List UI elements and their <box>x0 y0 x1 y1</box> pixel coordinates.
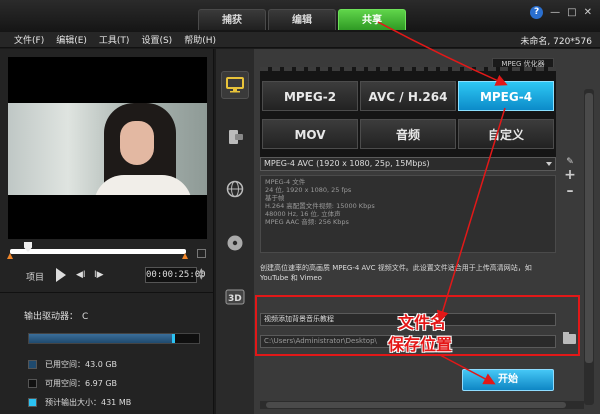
detail-line: 48000 Hz, 16 位, 立体声 <box>265 210 341 218</box>
output-size-value: 431 MB <box>101 398 132 407</box>
menu-bar: 文件(F) 编辑(E) 工具(T) 设置(S) 帮助(H) 未命名, 720*5… <box>0 32 600 48</box>
scrubber-bar[interactable] <box>7 242 188 259</box>
format-mpeg2-button[interactable]: MPEG-2 <box>262 81 358 111</box>
menu-tools[interactable]: 工具(T) <box>99 33 130 46</box>
profile-details: MPEG-4 文件 24 位, 1920 x 1080, 25 fps 基于帧 … <box>260 175 556 253</box>
web-icon[interactable] <box>221 175 249 203</box>
play-icon[interactable] <box>56 268 66 282</box>
preview-figure-shoulder <box>94 175 192 195</box>
detail-line: 24 位, 1920 x 1080, 25 fps <box>265 186 352 194</box>
menu-file[interactable]: 文件(F) <box>14 33 44 46</box>
panel-divider <box>0 292 214 293</box>
video-frame <box>8 103 207 195</box>
edit-profile-icon[interactable]: ✎ <box>562 157 578 167</box>
format-mov-button[interactable]: MOV <box>262 119 358 149</box>
playback-controls: 项目 ◀I I▶ 00:00:25:00 ▲ ▼ <box>8 265 208 287</box>
folder-icon[interactable] <box>563 332 576 344</box>
trim-start-marker[interactable] <box>7 253 13 259</box>
legend-free: 可用空间：6.97 GB <box>28 378 188 389</box>
maximize-icon[interactable]: □ <box>567 7 576 18</box>
vertical-scrollbar-thumb[interactable] <box>585 93 593 363</box>
scrubber-handle[interactable] <box>24 242 32 252</box>
format-avc-button[interactable]: AVC / H.264 <box>360 81 456 111</box>
chevron-down-icon[interactable] <box>546 162 552 166</box>
share-category-bar: 3D <box>216 49 254 414</box>
workspace-tabs: 捕获 编辑 共享 <box>198 9 408 30</box>
remove-profile-icon[interactable]: – <box>562 183 578 199</box>
add-profile-icon[interactable]: + <box>562 167 578 183</box>
preview-figure-face <box>120 121 154 165</box>
profile-description: 创建高位速率的高画质 MPEG-4 AVC 视频文件。此设置文件适合用于上传高清… <box>260 264 532 282</box>
vertical-scrollbar[interactable] <box>584 89 594 405</box>
used-space-fill <box>29 334 172 343</box>
disc-icon[interactable] <box>221 229 249 257</box>
output-drive-letter: C <box>82 312 89 322</box>
svg-text:3D: 3D <box>228 294 242 304</box>
save-path-input[interactable]: C:\Users\Administrator\Desktop\ <box>260 335 556 348</box>
3d-icon[interactable]: 3D <box>221 283 249 311</box>
format-mpeg4-button[interactable]: MPEG-4 <box>458 81 554 111</box>
top-bar: 捕获 编辑 共享 ? — □ ✕ <box>0 0 600 32</box>
free-space-swatch <box>28 379 37 388</box>
format-custom-button[interactable]: 自定义 <box>458 119 554 149</box>
horizontal-scrollbar-thumb[interactable] <box>266 402 566 408</box>
tab-capture[interactable]: 捕获 <box>198 9 266 30</box>
legend-used: 已用空间：43.0 GB <box>28 359 188 370</box>
free-space-value: 6.97 GB <box>85 379 118 388</box>
video-preview <box>8 57 207 239</box>
menu-help[interactable]: 帮助(H) <box>184 33 216 46</box>
next-frame-icon[interactable]: I▶ <box>94 270 104 280</box>
menu-settings[interactable]: 设置(S) <box>141 33 172 46</box>
output-size-swatch <box>28 398 37 407</box>
free-space-label: 可用空间： <box>45 379 85 388</box>
play-mode-label[interactable]: 项目 <box>26 270 44 283</box>
estimated-output-fill <box>171 334 176 343</box>
used-space-label: 已用空间： <box>45 360 85 369</box>
close-icon[interactable]: ✕ <box>584 7 592 18</box>
profile-dropdown-value: MPEG-4 AVC (1920 x 1080, 25p, 15Mbps) <box>264 159 430 168</box>
format-selector: MPEG-2 AVC / H.264 MPEG-4 MOV 音频 自定义 <box>260 67 556 165</box>
minimize-icon[interactable]: — <box>550 7 560 18</box>
previous-frame-icon[interactable]: ◀I <box>76 270 86 280</box>
legend-output: 预计输出大小：431 MB <box>28 397 188 408</box>
disk-usage-bar <box>28 333 200 344</box>
tab-share[interactable]: 共享 <box>338 9 406 30</box>
used-space-value: 43.0 GB <box>85 360 118 369</box>
profile-tools: ✎ + – <box>562 157 578 199</box>
share-panel: 3D MPEG 优化器 MPEG-2 AVC / H.264 MPEG-4 MO… <box>216 49 600 414</box>
timecode-field[interactable]: 00:00:25:00 <box>145 267 206 283</box>
output-size-label: 预计输出大小： <box>45 398 101 407</box>
horizontal-scrollbar[interactable] <box>260 401 584 409</box>
used-space-swatch <box>28 360 37 369</box>
detail-line: H.264 高配置文件视频: 15000 Kbps <box>265 202 375 210</box>
timecode-spinner-icon[interactable]: ▲ ▼ <box>199 267 204 281</box>
enlarge-preview-icon[interactable] <box>197 249 206 258</box>
project-info: 未命名, 720*576 <box>520 37 592 47</box>
tab-edit[interactable]: 编辑 <box>268 9 336 30</box>
device-icon[interactable] <box>221 123 249 151</box>
preview-panel: 项目 ◀I I▶ 00:00:25:00 ▲ ▼ 输出驱动器： C 已用空间：43.… <box>0 49 214 414</box>
file-name-input[interactable]: 视频添加背景音乐教程 <box>260 313 556 326</box>
profile-dropdown[interactable]: MPEG-4 AVC (1920 x 1080, 25p, 15Mbps) <box>260 157 556 171</box>
computer-icon[interactable] <box>221 71 249 99</box>
help-icon[interactable]: ? <box>530 6 544 19</box>
output-drive: 输出驱动器： C <box>20 309 88 322</box>
menu-edit[interactable]: 编辑(E) <box>56 33 87 46</box>
detail-line: MPEG AAC 音频: 256 Kbps <box>265 218 349 226</box>
window-controls: ? — □ ✕ <box>530 6 592 19</box>
output-drive-label: 输出驱动器： <box>24 312 79 322</box>
start-button[interactable]: 开始 <box>462 369 554 391</box>
trim-end-marker[interactable] <box>182 253 188 259</box>
format-audio-button[interactable]: 音频 <box>360 119 456 149</box>
detail-line: 基于帧 <box>265 194 285 202</box>
detail-line: MPEG-4 文件 <box>265 178 306 186</box>
